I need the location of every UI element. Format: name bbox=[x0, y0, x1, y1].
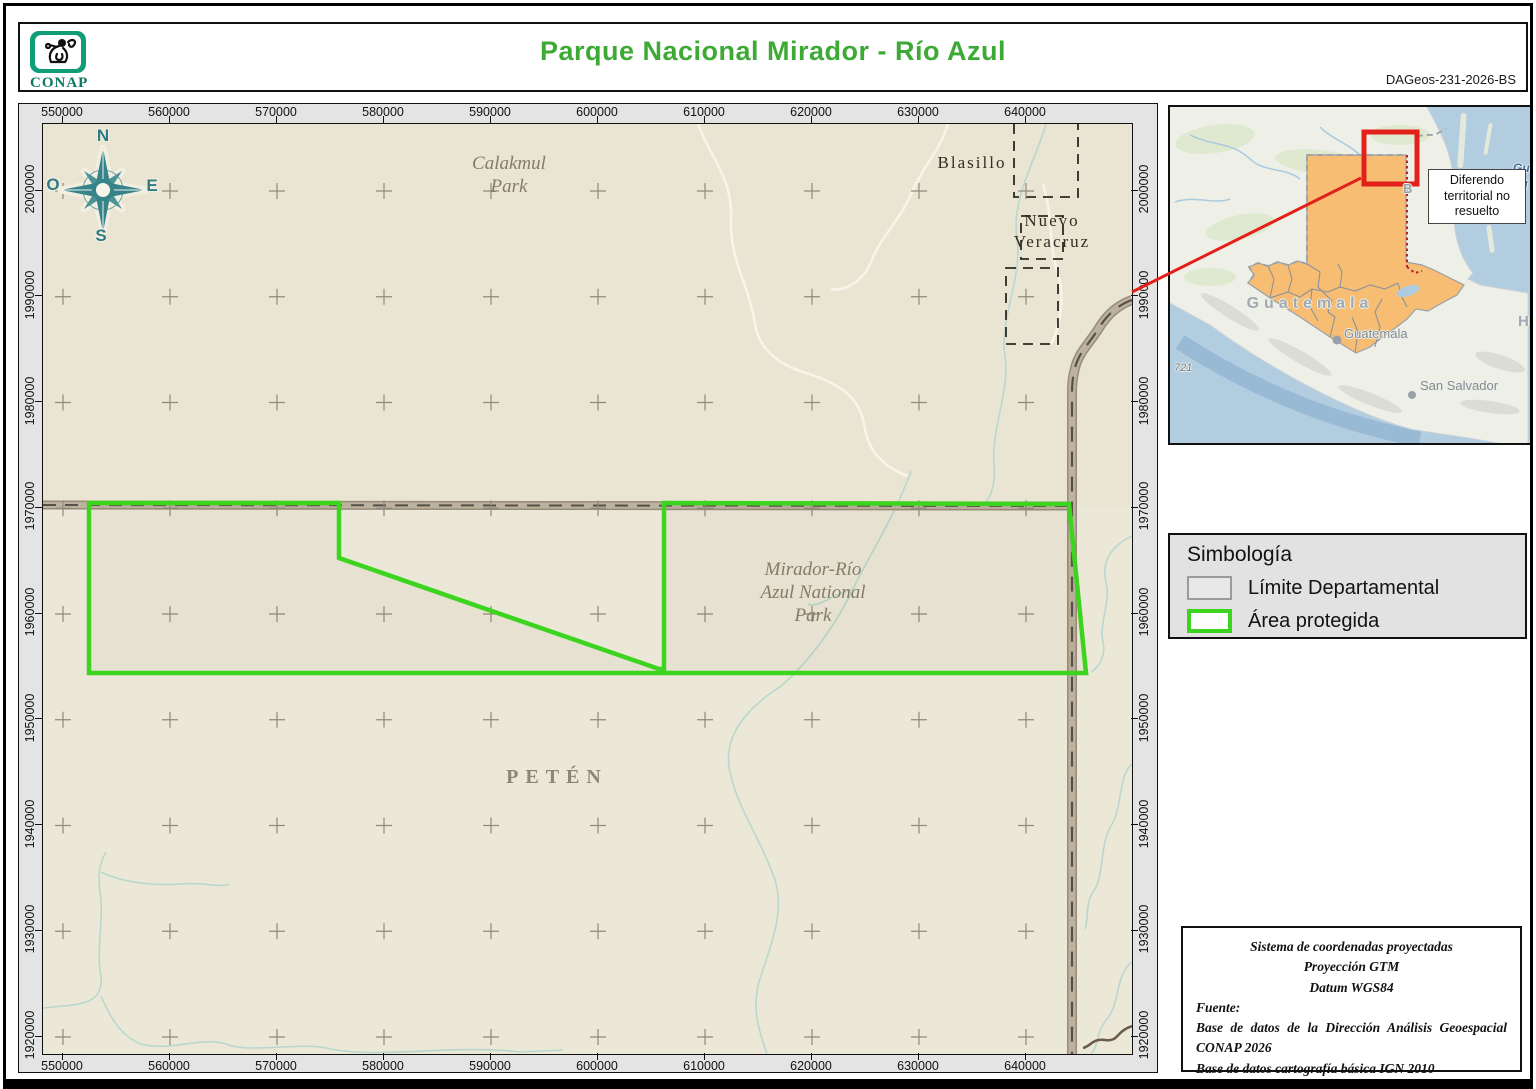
page-title: Parque Nacional Mirador - Río Azul bbox=[539, 36, 1007, 66]
protected-area-swatch bbox=[1187, 609, 1232, 633]
label-honduras-gray-fragment: Ho bbox=[1518, 313, 1532, 330]
axis-tick-top bbox=[703, 116, 705, 123]
axis-label-bottom: 620000 bbox=[790, 1059, 832, 1073]
axis-label-bottom: 580000 bbox=[362, 1059, 404, 1073]
label-blasillo: Blasillo bbox=[937, 153, 1007, 172]
compass-south-label: S bbox=[95, 226, 107, 245]
credits-box: Sistema de coordenadas proyectadas Proye… bbox=[1181, 926, 1522, 1076]
axis-tick-bottom bbox=[168, 1053, 170, 1060]
axis-tick-left bbox=[35, 189, 42, 191]
axis-label-bottom: 630000 bbox=[897, 1059, 939, 1073]
map-document-page: CONAP Parque Nacional Mirador - Río Azul… bbox=[0, 0, 1536, 1089]
axis-tick-bottom bbox=[1024, 1053, 1026, 1060]
document-id: DAGeos-231-2026-BS bbox=[1385, 72, 1516, 87]
legend-item-protected-area: Área protegida bbox=[1187, 609, 1525, 633]
credits-source-2: Base de datos cartografía básica IGN 201… bbox=[1196, 1060, 1435, 1076]
axis-tick-top bbox=[275, 116, 277, 123]
axis-tick-bottom bbox=[275, 1053, 277, 1060]
axis-label-bottom: 560000 bbox=[148, 1059, 190, 1073]
axis-label-right: 1930000 bbox=[1137, 904, 1151, 954]
axis-tick-top bbox=[168, 116, 170, 123]
axis-label-right: 2000000 bbox=[1137, 164, 1151, 214]
axis-label-right: 1920000 bbox=[1137, 1010, 1151, 1060]
axis-tick-bottom bbox=[703, 1053, 705, 1060]
axis-tick-left bbox=[35, 1035, 42, 1037]
axis-tick-left bbox=[35, 295, 42, 297]
compass-north-label: N bbox=[96, 126, 110, 145]
label-depth-721: 721 bbox=[1174, 362, 1193, 374]
label-belize-fragment: B bbox=[1403, 181, 1413, 196]
compass-west-label: O bbox=[46, 175, 60, 194]
axis-tick-left bbox=[35, 401, 42, 402]
axis-tick-top bbox=[61, 116, 63, 123]
axis-label-bottom: 600000 bbox=[576, 1059, 618, 1073]
territorial-note-box: Diferendo territorial no resuelto bbox=[1428, 169, 1526, 224]
axis-tick-bottom bbox=[596, 1053, 598, 1060]
axis-tick-right bbox=[1131, 401, 1138, 402]
label-nuevo-veracruz: Nuevo Veracruz bbox=[1013, 211, 1091, 251]
departmental-limit-swatch bbox=[1187, 576, 1232, 600]
axis-tick-right bbox=[1131, 1035, 1138, 1037]
north-region bbox=[43, 124, 1132, 506]
axis-tick-left bbox=[35, 718, 42, 720]
label-mirador-rio-azul-park: Mirador-Río Azul National Park bbox=[760, 559, 866, 626]
main-map[interactable]: N S E O Calakmul Park Blasillo Nuevo Ver… bbox=[42, 123, 1133, 1055]
compass-east-label: E bbox=[146, 176, 158, 195]
axis-tick-top bbox=[810, 116, 812, 123]
legend-title: Simbología bbox=[1187, 543, 1293, 566]
axis-label-right: 1990000 bbox=[1137, 270, 1151, 320]
axis-tick-right bbox=[1131, 718, 1138, 720]
axis-label-bottom: 610000 bbox=[683, 1059, 725, 1073]
credits-coordinate-system: Sistema de coordenadas proyectadas bbox=[1250, 939, 1453, 954]
credits-datum: Datum WGS84 bbox=[1309, 979, 1394, 995]
legend-item-departmental-limit: Límite Departamental bbox=[1187, 576, 1525, 600]
axis-label-right: 1940000 bbox=[1137, 799, 1151, 848]
axis-tick-left bbox=[35, 824, 42, 825]
conap-logo-text: CONAP bbox=[30, 75, 89, 91]
legend-panel: Simbología Límite Departamental Área pro… bbox=[1168, 533, 1527, 639]
axis-tick-top bbox=[917, 116, 919, 123]
label-peten: PETÉN bbox=[506, 766, 608, 788]
axis-label-right: 1980000 bbox=[1137, 376, 1151, 425]
axis-tick-right bbox=[1131, 612, 1138, 614]
axis-tick-bottom bbox=[382, 1053, 384, 1060]
label-guatemala-country: Guatemala bbox=[1246, 295, 1374, 312]
credits-projection: Proyección GTM bbox=[1303, 959, 1400, 975]
axis-tick-left bbox=[35, 612, 42, 614]
axis-label-right: 1970000 bbox=[1137, 481, 1151, 531]
axis-tick-bottom bbox=[489, 1053, 491, 1060]
locator-inset-map[interactable]: Guatemala Guatemala San Salvador 721 B G… bbox=[1168, 105, 1532, 445]
axis-label-bottom: 570000 bbox=[255, 1059, 297, 1073]
axis-tick-right bbox=[1131, 506, 1138, 508]
axis-tick-right bbox=[1131, 929, 1138, 931]
axis-tick-right bbox=[1131, 189, 1138, 191]
axis-tick-top bbox=[382, 116, 384, 123]
map-graphics bbox=[43, 124, 1132, 1054]
header-bar: CONAP Parque Nacional Mirador - Río Azul… bbox=[18, 22, 1528, 92]
axis-label-bottom: 590000 bbox=[469, 1059, 511, 1073]
label-calakmul-park: Calakmul Park bbox=[472, 153, 546, 197]
credits-source-1: Base de datos de la Dirección Análisis G… bbox=[1196, 1020, 1507, 1056]
axis-label-right: 1950000 bbox=[1137, 693, 1151, 743]
label-san-salvador: San Salvador bbox=[1419, 378, 1499, 393]
axis-tick-bottom bbox=[61, 1053, 63, 1060]
guatemala-city-dot bbox=[1332, 335, 1342, 345]
axis-tick-bottom bbox=[917, 1053, 919, 1060]
axis-label-bottom: 640000 bbox=[1004, 1059, 1046, 1073]
axis-tick-right bbox=[1131, 295, 1138, 297]
label-guatemala-city: Guatemala bbox=[1344, 326, 1408, 341]
axis-tick-left bbox=[35, 506, 42, 508]
axis-label-right: 1960000 bbox=[1137, 587, 1151, 637]
axis-tick-top bbox=[1024, 116, 1026, 123]
axis-tick-top bbox=[596, 116, 598, 123]
axis-tick-top bbox=[489, 116, 491, 123]
axis-tick-right bbox=[1131, 824, 1138, 825]
axis-tick-left bbox=[35, 929, 42, 931]
axis-tick-bottom bbox=[810, 1053, 812, 1060]
credits-source-label: Fuente: bbox=[1196, 999, 1241, 1015]
